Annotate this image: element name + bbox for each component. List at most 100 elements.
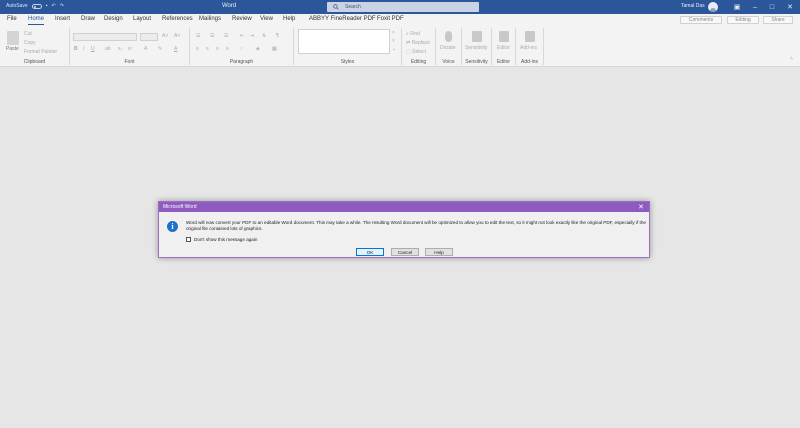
show-formatting-icon[interactable]: ¶	[276, 33, 279, 39]
styles-scroll-up-icon[interactable]: ˄	[392, 30, 395, 36]
line-spacing-icon[interactable]: ↕	[240, 46, 243, 52]
superscript-icon[interactable]: x²	[128, 46, 132, 52]
underline-icon[interactable]: U	[91, 46, 95, 52]
addins-group: Add-ins Add-ins	[516, 28, 544, 65]
app-title: Word	[222, 3, 237, 9]
tab-file[interactable]: File	[7, 16, 17, 22]
editor-label: Editor	[496, 59, 511, 65]
align-right-icon[interactable]: ≡	[216, 46, 219, 52]
copy-button[interactable]: Copy	[24, 40, 36, 46]
editing-group: ⌕ Find ⇄ Replace ⬚ Select Editing	[402, 28, 436, 65]
borders-icon[interactable]: ▦	[272, 46, 277, 52]
tab-home[interactable]: Home	[28, 16, 45, 25]
styles-gallery[interactable]	[298, 29, 390, 54]
clipboard-group: Paste Cut Copy Format Painter Clipboard	[0, 28, 70, 65]
dictate-button[interactable]: Dictate	[440, 45, 456, 51]
save-icon[interactable]: ▪	[46, 3, 48, 9]
cut-button[interactable]: Cut	[24, 31, 32, 37]
cancel-button[interactable]: Cancel	[391, 248, 419, 256]
multilevel-list-icon[interactable]: ☰	[224, 33, 228, 39]
font-label: Font	[124, 59, 135, 65]
comments-button[interactable]: Comments	[680, 16, 722, 24]
tab-help[interactable]: Help	[283, 16, 295, 22]
align-left-icon[interactable]: ≡	[196, 46, 199, 52]
shrink-font-icon[interactable]: A˅	[174, 33, 180, 39]
font-color-icon[interactable]: A	[174, 46, 177, 52]
tab-foxit[interactable]: Foxit PDF	[377, 16, 404, 22]
autosave-label: AutoSave	[6, 3, 28, 9]
sort-icon[interactable]: ⇅	[262, 33, 266, 39]
font-size-dropdown[interactable]	[140, 33, 158, 41]
shading-icon[interactable]: ◈	[256, 46, 260, 52]
tab-abbyy[interactable]: ABBYY FineReader PDF	[309, 16, 376, 22]
minimize-icon[interactable]: –	[749, 1, 761, 13]
format-painter-button[interactable]: Format Painter	[24, 49, 57, 55]
tab-design[interactable]: Design	[104, 16, 123, 22]
ribbon-display-icon[interactable]: ▣	[731, 1, 743, 13]
replace-button[interactable]: ⇄ Replace	[406, 40, 430, 46]
tab-insert[interactable]: Insert	[55, 16, 70, 22]
highlight-icon[interactable]: ✎	[158, 46, 162, 52]
search-placeholder: Search	[345, 4, 361, 10]
select-button[interactable]: ⬚ Select	[406, 49, 426, 55]
tab-references[interactable]: References	[162, 16, 193, 22]
font-name-dropdown[interactable]	[73, 33, 137, 41]
paste-icon[interactable]	[7, 31, 19, 45]
addins-icon[interactable]	[525, 31, 535, 42]
dialog-close-icon[interactable]: ✕	[638, 203, 644, 211]
styles-expand-icon[interactable]: ⌄	[392, 46, 396, 52]
editor-icon[interactable]	[499, 31, 509, 42]
ok-button[interactable]: OK	[356, 248, 384, 256]
styles-scroll-down-icon[interactable]: ˅	[392, 38, 395, 44]
checkbox-box[interactable]	[186, 237, 191, 242]
dont-show-again-checkbox[interactable]: Don't show this message again	[186, 237, 257, 242]
search-box[interactable]: Search	[327, 2, 479, 12]
styles-label: Styles	[340, 59, 355, 65]
share-button[interactable]: Share	[763, 16, 793, 24]
align-center-icon[interactable]: ≡	[206, 46, 209, 52]
numbering-icon[interactable]: ☰	[210, 33, 214, 39]
addins-button[interactable]: Add-ins	[520, 45, 537, 51]
justify-icon[interactable]: ≡	[226, 46, 229, 52]
tab-review[interactable]: Review	[232, 16, 252, 22]
clipboard-label: Clipboard	[23, 59, 46, 65]
dialog-message: Word will now convert your PDF to an edi…	[186, 220, 646, 231]
tab-layout[interactable]: Layout	[133, 16, 151, 22]
editor-button[interactable]: Editor	[497, 45, 510, 51]
sensitivity-button[interactable]: Sensitivity	[465, 45, 488, 51]
text-effects-icon[interactable]: A	[144, 46, 147, 52]
redo-icon[interactable]: ↷	[60, 3, 64, 9]
undo-icon[interactable]: ↶	[51, 3, 55, 9]
autosave-toggle[interactable]	[31, 3, 42, 9]
bold-icon[interactable]: B	[74, 46, 78, 52]
find-button[interactable]: ⌕ Find	[406, 31, 420, 37]
editing-label: Editing	[410, 59, 427, 65]
close-icon[interactable]: ✕	[784, 1, 796, 13]
collapse-ribbon-icon[interactable]: ˄	[790, 56, 793, 62]
font-group: A˄ A˅ B I U ab x₂ x² A ✎ A Font	[70, 28, 190, 65]
user-name[interactable]: Tamal Das	[681, 3, 705, 9]
help-button[interactable]: Help	[425, 248, 453, 256]
decrease-indent-icon[interactable]: ⇤	[240, 33, 244, 39]
tab-view[interactable]: View	[260, 16, 273, 22]
checkbox-label: Don't show this message again	[194, 237, 258, 242]
addins-label: Add-ins	[521, 59, 538, 65]
paste-button[interactable]: Paste	[6, 46, 19, 52]
avatar[interactable]	[708, 2, 718, 12]
sensitivity-icon[interactable]	[472, 31, 482, 42]
tab-draw[interactable]: Draw	[81, 16, 95, 22]
bullets-icon[interactable]: ☰	[196, 33, 200, 39]
increase-indent-icon[interactable]: ⇥	[250, 33, 254, 39]
restore-icon[interactable]: □	[766, 1, 778, 13]
italic-icon[interactable]: I	[83, 46, 84, 52]
voice-label: Voice	[442, 59, 455, 65]
microphone-icon[interactable]	[445, 31, 452, 42]
sensitivity-group: Sensitivity Sensitivity	[462, 28, 492, 65]
strikethrough-icon[interactable]: ab	[105, 46, 111, 52]
editor-group: Editor Editor	[492, 28, 516, 65]
tab-mailings[interactable]: Mailings	[199, 16, 221, 22]
editing-mode-button[interactable]: Editing	[727, 16, 759, 24]
conversion-dialog: Microsoft Word ✕ i Word will now convert…	[158, 201, 650, 258]
subscript-icon[interactable]: x₂	[118, 46, 122, 52]
grow-font-icon[interactable]: A˄	[162, 33, 168, 39]
